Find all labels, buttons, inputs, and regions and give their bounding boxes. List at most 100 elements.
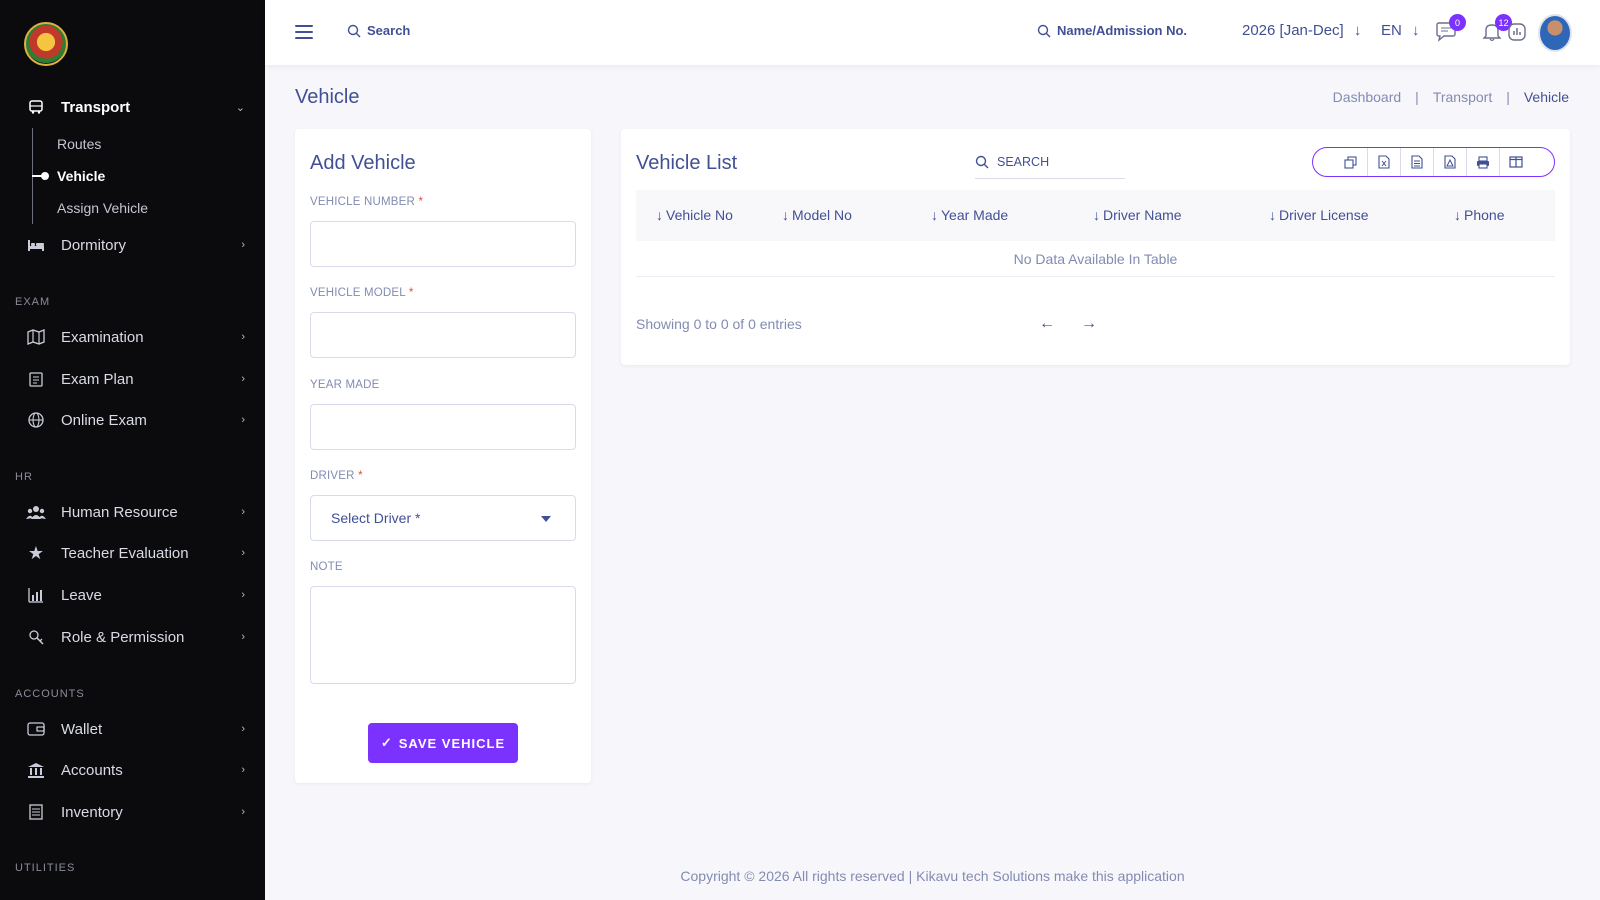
csv-button[interactable] (1401, 148, 1434, 176)
messages-count-badge: 0 (1449, 14, 1466, 31)
sidebar-item-wallet[interactable]: Wallet › (0, 711, 265, 747)
sidebar-item-human-resource[interactable]: Human Resource › (0, 494, 265, 530)
column-header-label: Model No (792, 207, 852, 223)
notifications-button[interactable]: 12 (1480, 14, 1512, 44)
excel-button[interactable] (1368, 148, 1401, 176)
caret-down-icon (541, 516, 551, 522)
copy-icon (1344, 155, 1357, 169)
arrow-left-icon: ← (1039, 315, 1055, 332)
student-search-label: Name/Admission No. (1057, 23, 1188, 38)
chevron-right-icon: › (241, 631, 245, 643)
sidebar-item-label: Accounts (61, 761, 123, 779)
section-title-utilities: UTILITIES (15, 862, 76, 874)
next-page-button[interactable]: → (1077, 312, 1101, 336)
sort-arrow-icon: ↓ (656, 207, 663, 223)
chevron-right-icon: › (241, 373, 245, 385)
sort-arrow-icon: ↓ (1269, 207, 1276, 223)
print-button[interactable] (1467, 148, 1500, 176)
table-info: Showing 0 to 0 of 0 entries (636, 316, 802, 332)
driver-label: DRIVER * (310, 470, 363, 482)
note-textarea[interactable] (310, 586, 576, 684)
page-title: Vehicle (295, 86, 360, 108)
chevron-right-icon: › (241, 806, 245, 818)
session-label: 2026 [Jan-Dec] (1242, 22, 1344, 39)
sidebar-item-accounts[interactable]: Accounts › (0, 752, 265, 788)
vehicle-model-input[interactable] (310, 312, 576, 358)
chevron-down-icon: ⌄ (235, 101, 245, 114)
sidebar-sub-assign-vehicle[interactable]: Assign Vehicle (57, 200, 148, 216)
sidebar-item-label: Exam Plan (61, 370, 134, 388)
required-mark: * (408, 287, 414, 299)
menu-toggle-icon[interactable] (295, 25, 313, 39)
sidebar-item-label: Dormitory (61, 236, 127, 254)
breadcrumb-current: Vehicle (1523, 89, 1569, 105)
column-header-label: Vehicle No (666, 207, 733, 223)
school-logo[interactable] (24, 22, 68, 66)
breadcrumb: Dashboard | Transport | Vehicle (1333, 89, 1569, 105)
sidebar-item-label: Transport (61, 98, 131, 116)
arrow-down-icon: ↓ (1412, 22, 1420, 39)
sidebar-item-leave[interactable]: Leave › (0, 577, 265, 613)
column-visibility-button[interactable] (1500, 148, 1533, 176)
year-made-input[interactable] (310, 404, 576, 450)
submenu-active-dot (41, 172, 49, 180)
sort-arrow-icon: ↓ (1454, 207, 1461, 223)
search-icon (975, 155, 989, 168)
sidebar-sub-routes[interactable]: Routes (57, 136, 101, 152)
column-header-year-made[interactable]: ↓ Year Made (931, 207, 1008, 223)
reports-button[interactable] (1505, 20, 1529, 44)
column-header-driver-license[interactable]: ↓ Driver License (1269, 207, 1368, 223)
breadcrumb-transport[interactable]: Transport (1433, 89, 1492, 105)
save-vehicle-button[interactable]: ✓ SAVE VEHICLE (368, 723, 518, 763)
check-icon: ✓ (380, 735, 393, 750)
chevron-right-icon: › (241, 589, 245, 601)
sidebar-item-role-permission[interactable]: Role & Permission › (0, 619, 265, 655)
chevron-right-icon: › (241, 414, 245, 426)
global-search[interactable]: Search (347, 23, 410, 38)
sidebar-item-inventory[interactable]: Inventory › (0, 794, 265, 830)
pdf-button[interactable] (1434, 148, 1467, 176)
column-header-phone[interactable]: ↓ Phone (1454, 207, 1504, 223)
language-selector[interactable]: EN ↓ (1381, 22, 1420, 39)
excel-file-icon (1377, 155, 1390, 169)
sidebar-item-exam-plan[interactable]: Exam Plan › (0, 361, 265, 397)
vehicle-list-card: Vehicle List SEARCH ↓ Vehicle No ↓ Model… (621, 129, 1570, 365)
vehicle-number-label: VEHICLE NUMBER * (310, 196, 423, 208)
breadcrumb-dashboard[interactable]: Dashboard (1333, 89, 1402, 105)
column-header-model-no[interactable]: ↓ Model No (782, 207, 852, 223)
sidebar-item-dormitory[interactable]: Dormitory › (0, 227, 265, 263)
sidebar-item-online-exam[interactable]: Online Exam › (0, 402, 265, 438)
sidebar-item-transport[interactable]: Transport ⌄ (0, 89, 265, 125)
vehicle-number-input[interactable] (310, 221, 576, 267)
vehicle-number-label-text: VEHICLE NUMBER (310, 196, 416, 208)
sort-arrow-icon: ↓ (782, 207, 789, 223)
sidebar-item-label: Online Exam (61, 411, 147, 429)
column-header-vehicle-no[interactable]: ↓ Vehicle No (656, 207, 733, 223)
sidebar-item-examination[interactable]: Examination › (0, 319, 265, 355)
receipt-icon (26, 802, 46, 822)
messages-button[interactable]: 0 (1434, 14, 1466, 44)
column-header-driver-name[interactable]: ↓ Driver Name (1093, 207, 1182, 223)
sidebar-sub-vehicle[interactable]: Vehicle (57, 168, 105, 184)
previous-page-button[interactable]: ← (1035, 312, 1059, 336)
note-label: NOTE (310, 561, 343, 573)
sidebar-item-label: Leave (61, 586, 102, 604)
add-vehicle-title: Add Vehicle (310, 152, 416, 174)
save-vehicle-label: SAVE VEHICLE (398, 735, 506, 751)
chart-bars-icon (26, 585, 46, 605)
sidebar-item-teacher-evaluation[interactable]: ★ Teacher Evaluation › (0, 535, 265, 571)
driver-select[interactable]: Select Driver * (310, 495, 576, 541)
breadcrumb-separator: | (1506, 89, 1510, 105)
user-avatar[interactable] (1538, 14, 1572, 52)
sidebar-item-label: Examination (61, 328, 144, 346)
columns-icon (1509, 156, 1523, 168)
pdf-file-icon (1443, 155, 1456, 169)
clipboard-icon (26, 369, 46, 389)
sort-arrow-icon: ↓ (931, 207, 938, 223)
session-selector[interactable]: 2026 [Jan-Dec] ↓ (1242, 22, 1361, 39)
student-search[interactable]: Name/Admission No. (1037, 23, 1187, 38)
table-search-input[interactable]: SEARCH (975, 145, 1125, 179)
copy-button[interactable] (1335, 148, 1368, 176)
global-search-label: Search (367, 23, 411, 38)
sidebar-item-label: Inventory (61, 803, 123, 821)
